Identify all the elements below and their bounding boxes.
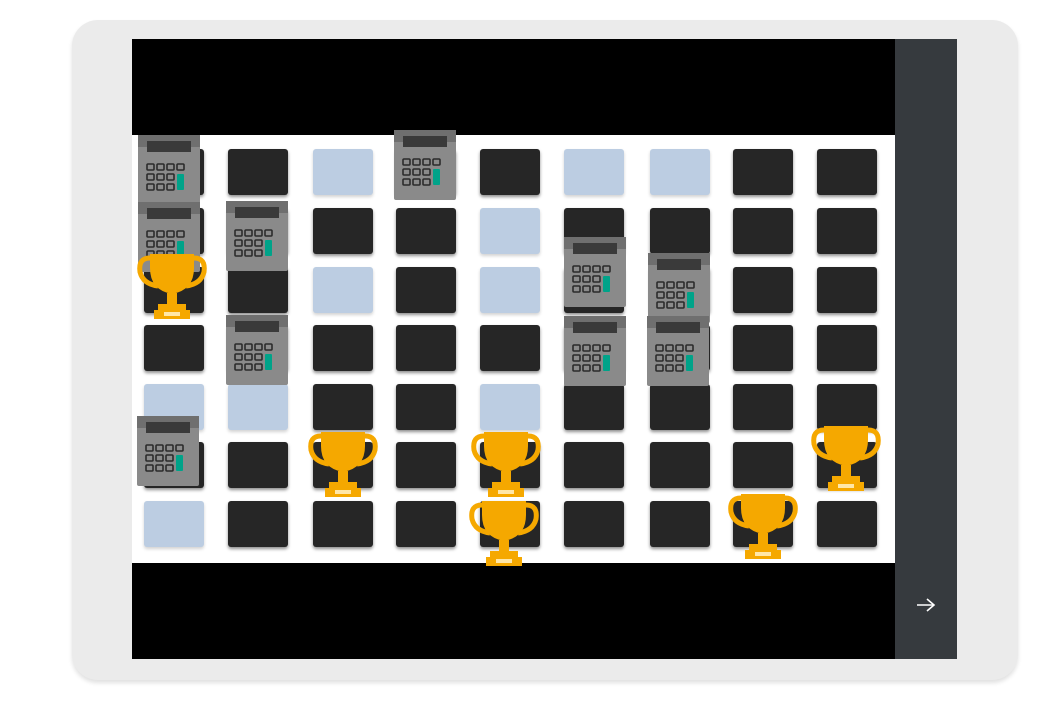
grid-tile[interactable] <box>480 149 540 195</box>
grid-tile[interactable] <box>650 384 710 430</box>
trophy-icon[interactable] <box>468 497 540 569</box>
grid-tile[interactable] <box>733 442 793 488</box>
grid-tile[interactable] <box>650 501 710 547</box>
grid-tile[interactable] <box>480 384 540 430</box>
grid-tile[interactable] <box>733 208 793 254</box>
grid-tile[interactable] <box>733 325 793 371</box>
grid-tile[interactable] <box>313 325 373 371</box>
calculator-icon[interactable] <box>646 315 718 387</box>
grid-tile[interactable] <box>564 384 624 430</box>
grid-tile[interactable] <box>396 267 456 313</box>
grid-tile[interactable] <box>144 325 204 371</box>
grid-tile[interactable] <box>733 149 793 195</box>
grid-tile[interactable] <box>228 149 288 195</box>
grid-tile[interactable] <box>396 208 456 254</box>
grid-tile[interactable] <box>228 501 288 547</box>
grid-tile[interactable] <box>396 325 456 371</box>
trophy-icon[interactable] <box>136 250 208 322</box>
grid-tile[interactable] <box>396 442 456 488</box>
grid-tile[interactable] <box>817 501 877 547</box>
grid-tile[interactable] <box>733 267 793 313</box>
trophy-icon[interactable] <box>307 428 379 500</box>
grid-tile[interactable] <box>313 384 373 430</box>
grid-tile[interactable] <box>313 267 373 313</box>
grid-tile[interactable] <box>564 442 624 488</box>
grid-tile[interactable] <box>313 501 373 547</box>
grid-tile[interactable] <box>817 325 877 371</box>
grid-tile[interactable] <box>480 325 540 371</box>
calculator-icon[interactable] <box>563 315 635 387</box>
calculator-icon[interactable] <box>136 415 208 487</box>
arrow-right-icon <box>917 598 936 612</box>
grid-tile[interactable] <box>480 208 540 254</box>
grid-tile[interactable] <box>733 384 793 430</box>
trophy-icon[interactable] <box>727 490 799 562</box>
calculator-icon[interactable] <box>137 134 209 206</box>
calculator-icon[interactable] <box>225 200 297 272</box>
grid-tile[interactable] <box>650 442 710 488</box>
grid-tile[interactable] <box>396 501 456 547</box>
grid-tile[interactable] <box>650 149 710 195</box>
side-panel <box>895 39 957 659</box>
grid-tile[interactable] <box>396 384 456 430</box>
next-button[interactable] <box>895 588 957 622</box>
grid-tile[interactable] <box>817 267 877 313</box>
calculator-icon[interactable] <box>393 129 465 201</box>
trophy-icon[interactable] <box>810 422 882 494</box>
trophy-icon[interactable] <box>470 428 542 500</box>
grid-tile[interactable] <box>817 149 877 195</box>
grid-tile[interactable] <box>228 267 288 313</box>
calculator-icon[interactable] <box>563 236 635 308</box>
calculator-icon[interactable] <box>225 314 297 386</box>
grid-tile[interactable] <box>313 149 373 195</box>
grid-tile[interactable] <box>564 501 624 547</box>
grid-tile[interactable] <box>228 384 288 430</box>
grid-tile[interactable] <box>144 501 204 547</box>
calculator-icon[interactable] <box>647 252 719 324</box>
grid-tile[interactable] <box>650 208 710 254</box>
grid-tile[interactable] <box>564 149 624 195</box>
grid-tile[interactable] <box>480 267 540 313</box>
grid-tile[interactable] <box>313 208 373 254</box>
grid-tile[interactable] <box>228 442 288 488</box>
grid-tile[interactable] <box>817 208 877 254</box>
